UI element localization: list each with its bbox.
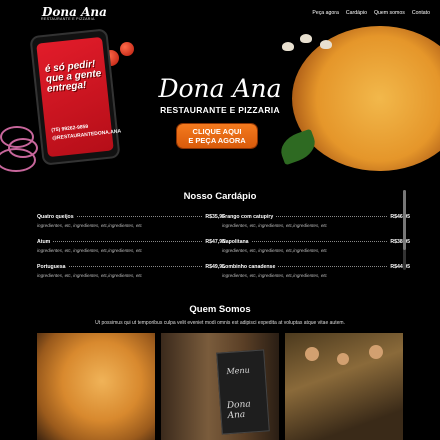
pizza-photo	[37, 333, 155, 440]
tomato-image	[120, 42, 134, 56]
menu-item-description: ingredientes, etc, ingredientes, etc,ing…	[222, 273, 327, 278]
menu-item-name: Napolitana	[222, 239, 249, 245]
menu-board: Menu Dona Ana	[216, 349, 270, 435]
menu-board-title: Menu	[226, 365, 251, 377]
restaurant-guests-photo	[285, 333, 403, 440]
phone-contact: (75) 99262-9859 @RESTAURANTEDONA.ANA	[51, 119, 122, 142]
menu-item-name: Frango com catupiry	[222, 214, 274, 220]
menu-item: Frango com catupiry R$46,95 ingredientes,…	[222, 214, 410, 239]
guest-figure	[305, 347, 319, 361]
menu-column-left: Quatro queijos R$35,95 ingredientes, etc,…	[37, 214, 225, 289]
guest-figure	[369, 345, 383, 359]
phone-screen: é só pedir! que a gente entrega! (75) 99…	[36, 36, 121, 158]
menu-section-title: Nosso Cardápio	[183, 191, 257, 202]
menu-scrollbar-thumb[interactable]	[403, 190, 406, 250]
phone-slogan: é só pedir! que a gente entrega!	[44, 58, 102, 95]
menu-item-name: Portuguesa	[37, 264, 66, 270]
hero-banner: é só pedir! que a gente entrega! (75) 99…	[0, 26, 440, 176]
menu-item-description: ingredientes, etc, ingredientes, etc,ing…	[37, 223, 142, 228]
menu-board-photo: Menu Dona Ana	[161, 333, 279, 440]
hero-brand-name: Dona Ana	[158, 74, 282, 103]
menu-column-right: Frango com catupiry R$46,95 ingredientes,…	[222, 214, 410, 289]
about-description: Ut possimus qui ut temporibus culpa veli…	[95, 320, 345, 326]
mushroom-image	[282, 42, 294, 51]
menu-board-name: Dona Ana	[226, 399, 252, 422]
nav-link-menu[interactable]: Cardápio	[346, 10, 367, 16]
hero-brand-subtitle: RESTAURANTE E PIZZARIA	[160, 105, 280, 115]
guest-figure	[337, 353, 349, 365]
site-header: Dona Ana RESTAURANTE E PIZZARIA Peça ago…	[0, 0, 440, 26]
cta-line-1: CLIQUE AQUI	[192, 127, 242, 136]
menu-item-price: R$44,95	[390, 264, 410, 270]
menu-item-description: ingredientes, etc, ingredientes, etc,ing…	[222, 223, 327, 228]
menu-item: Atum R$47,95 ingredientes, etc, ingredien…	[37, 239, 225, 264]
order-now-button[interactable]: CLIQUE AQUI E PEÇA AGORA	[177, 124, 257, 148]
menu-item: Lombinho canadense R$44,95 ingredientes, …	[222, 264, 410, 289]
phone-mockup: é só pedir! que a gente entrega! (75) 99…	[29, 28, 121, 166]
logo-subtitle: RESTAURANTE E PIZZARIA	[41, 17, 95, 21]
mushroom-image	[320, 40, 332, 49]
menu-item-name: Atum	[37, 239, 51, 245]
menu-item: Portuguesa R$49,95 ingredientes, etc, ing…	[37, 264, 225, 289]
nav-link-contact[interactable]: Contato	[412, 10, 430, 16]
about-section-title: Quem Somos	[189, 304, 251, 315]
nav-link-about[interactable]: Quem somos	[374, 10, 405, 16]
mushroom-image	[300, 34, 312, 43]
menu-item-name: Quatro queijos	[37, 214, 74, 220]
menu-item: Napolitana R$38,95 ingredientes, etc, ing…	[222, 239, 410, 264]
menu-item-price: R$38,95	[390, 239, 410, 245]
pizza-image	[292, 26, 440, 171]
menu-item: Quatro queijos R$35,95 ingredientes, etc,…	[37, 214, 225, 239]
menu-item-price: R$46,95	[390, 214, 410, 220]
main-nav: Peça agora Cardápio Quem somos Contato	[312, 10, 430, 16]
nav-link-order[interactable]: Peça agora	[312, 10, 339, 16]
menu-item-description: ingredientes, etc, ingredientes, etc,ing…	[37, 273, 142, 278]
cta-line-2: E PEÇA AGORA	[188, 136, 246, 145]
menu-scrollbar[interactable]	[403, 190, 406, 270]
onion-ring-image	[0, 148, 36, 172]
menu-item-description: ingredientes, etc, ingredientes, etc,ing…	[222, 248, 327, 253]
menu-item-description: ingredientes, etc, ingredientes, etc,ing…	[37, 248, 142, 253]
menu-item-name: Lombinho canadense	[222, 264, 276, 270]
